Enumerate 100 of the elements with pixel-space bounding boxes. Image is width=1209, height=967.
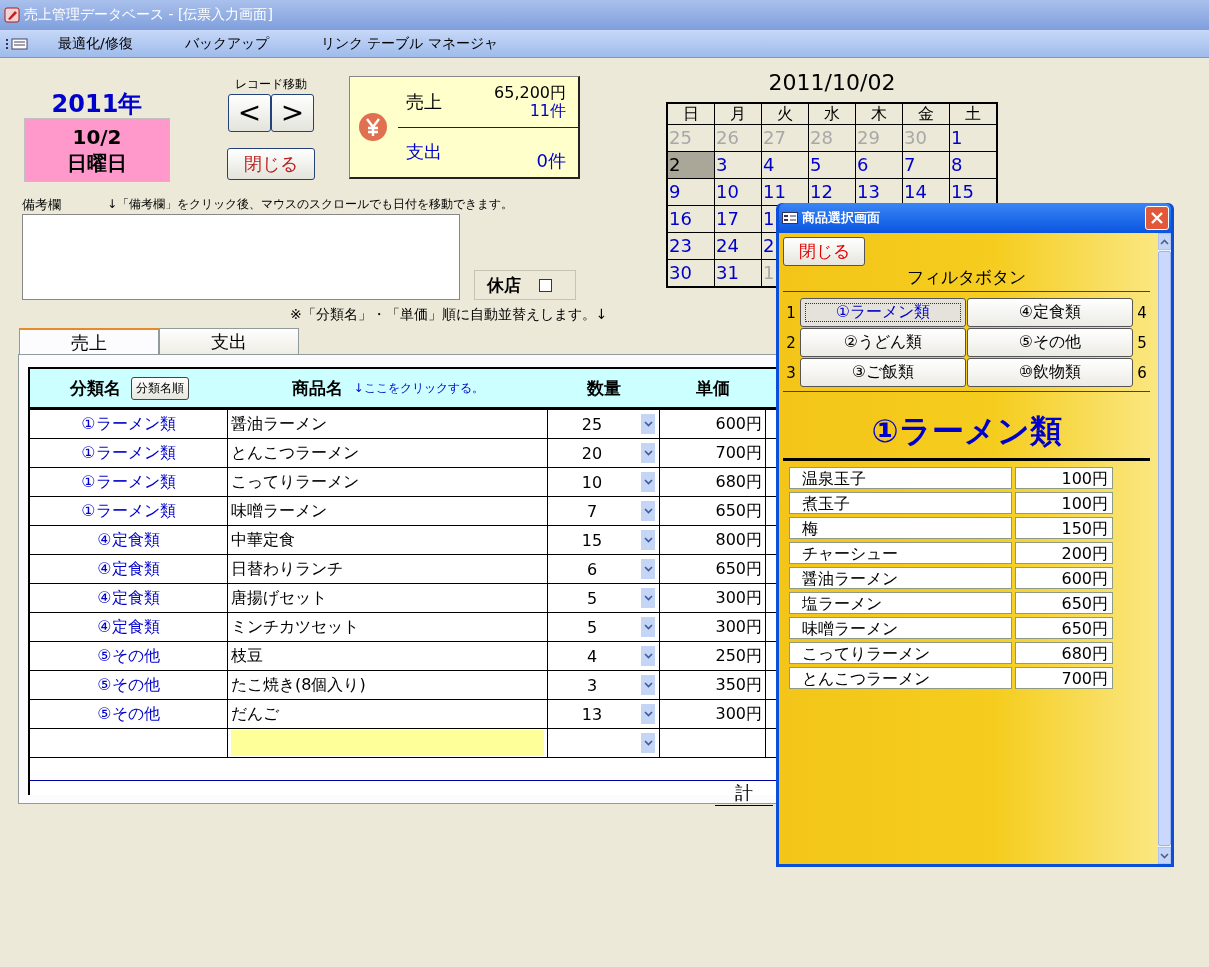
new-product-field[interactable] [231,730,544,756]
category-cell: ④定食類 [97,616,160,638]
scroll-up-button[interactable] [1158,233,1171,250]
product-name-field[interactable]: 醤油ラーメン [789,567,1012,589]
dropdown-button[interactable] [641,530,655,550]
chevron-down-icon[interactable] [643,653,653,659]
calendar-day[interactable]: 23 [668,233,714,259]
filter-button[interactable]: ②うどん類 [800,328,966,357]
filter-button[interactable]: ⑩飲物類 [967,358,1133,387]
product-cell: とんこつラーメン [231,442,359,464]
close-window-button[interactable] [1145,206,1169,230]
calendar-day[interactable]: 31 [715,260,761,286]
chevron-down-icon[interactable] [1160,852,1169,859]
click-hint-link[interactable]: ↓ここをクリックする。 [353,379,484,397]
calendar-day[interactable]: 17 [715,206,761,232]
sort-button[interactable]: 分類名順 [130,376,189,400]
filter-button[interactable]: ⑤その他 [967,328,1133,357]
previous-record-button[interactable]: < [228,94,271,132]
tab[interactable]: 売上 [19,328,159,354]
dropdown-button[interactable] [641,617,655,637]
calendar-day[interactable]: 6 [856,152,902,178]
product-cell: ミンチカツセット [231,616,359,638]
calendar-day[interactable]: 14 [903,179,949,205]
chevron-down-icon[interactable] [643,740,653,746]
close-icon[interactable] [1151,212,1163,224]
product-name-field[interactable]: 塩ラーメン [789,592,1012,614]
chevron-down-icon[interactable] [643,566,653,572]
remarks-field[interactable] [22,214,460,300]
product-cell: 日替わりランチ [231,558,343,580]
calendar-day[interactable]: 4 [762,152,808,178]
filter-button[interactable]: ①ラーメン類 [800,298,966,327]
calendar-day[interactable]: 7 [903,152,949,178]
chevron-down-icon[interactable] [643,711,653,717]
quantity-cell-text: 3 [585,675,599,695]
sales-count: 11件 [529,101,566,120]
menu-item[interactable]: 最適化/修復 [58,34,133,53]
product-name-field[interactable]: こってりラーメン [789,642,1012,664]
calendar-day[interactable]: 9 [668,179,714,205]
filter-number: 2 [785,333,797,352]
filter-label: フィルタボタン [783,266,1150,292]
menu-item[interactable]: リンク テーブル マネージャ [320,34,498,53]
filter-button[interactable]: ④定食類 [967,298,1133,327]
chevron-down-icon[interactable] [643,537,653,543]
dropdown-button[interactable] [641,472,655,492]
calendar-day[interactable]: 11 [762,179,808,205]
calendar-day[interactable]: 5 [809,152,855,178]
calendar-day[interactable]: 1 [950,125,996,151]
chevron-down-icon[interactable] [643,624,653,630]
chevron-up-icon[interactable] [1160,238,1169,245]
price-cell: 300円 [715,587,762,609]
chevron-down-icon[interactable] [643,479,653,485]
calendar-day[interactable]: 2 [668,152,714,178]
remarks-label: 備考欄 [22,196,61,214]
calendar-day[interactable]: 8 [950,152,996,178]
calendar-day[interactable]: 3 [715,152,761,178]
scroll-down-button[interactable] [1158,847,1171,864]
dropdown-button[interactable] [641,588,655,608]
product-name-field[interactable]: チャーシュー [789,542,1012,564]
chevron-down-icon[interactable] [643,595,653,601]
date-label: 10/2 [72,124,122,150]
quantity-cell-text: 20 [580,443,604,463]
column-header: 商品名 [292,376,344,400]
dropdown-button[interactable] [641,501,655,521]
tab[interactable]: 支出 [159,328,299,354]
filter-button[interactable]: ③ご飯類 [800,358,966,387]
dropdown-button[interactable] [641,443,655,463]
calendar-day[interactable]: 16 [668,206,714,232]
category-cell: ①ラーメン類 [81,413,176,435]
dropdown-button[interactable] [641,704,655,724]
calendar-day[interactable]: 24 [715,233,761,259]
category-cell: ④定食類 [97,558,160,580]
price-cell: 250円 [715,645,762,667]
chevron-down-icon[interactable] [643,450,653,456]
calendar-day[interactable]: 12 [809,179,855,205]
close-button[interactable]: 閉じる [227,148,315,180]
dropdown-button[interactable] [641,733,655,753]
product-name-field[interactable]: とんこつラーメン [789,667,1012,689]
calendar-day[interactable]: 30 [668,260,714,286]
product-cell: 中華定食 [231,529,295,551]
chevron-down-icon[interactable] [643,682,653,688]
product-name-field[interactable]: 味噌ラーメン [789,617,1012,639]
calendar-day[interactable]: 15 [950,179,996,205]
price-cell: 300円 [715,616,762,638]
chevron-down-icon[interactable] [643,508,653,514]
next-record-button[interactable]: > [271,94,314,132]
product-name-field[interactable]: 温泉玉子 [789,467,1012,489]
close-button[interactable]: 閉じる [783,237,865,266]
calendar-day[interactable]: 10 [715,179,761,205]
calendar-day[interactable]: 13 [856,179,902,205]
expense-label: 支出 [406,140,442,165]
closed-checkbox[interactable] [539,278,552,292]
dropdown-button[interactable] [641,675,655,695]
yen-icon [358,112,388,142]
menu-item[interactable]: バックアップ [184,34,269,53]
dropdown-button[interactable] [641,559,655,579]
dropdown-button[interactable] [641,414,655,434]
product-name-field[interactable]: 梅 [789,517,1012,539]
product-name-field[interactable]: 煮玉子 [789,492,1012,514]
chevron-down-icon[interactable] [643,421,653,427]
dropdown-button[interactable] [641,646,655,666]
